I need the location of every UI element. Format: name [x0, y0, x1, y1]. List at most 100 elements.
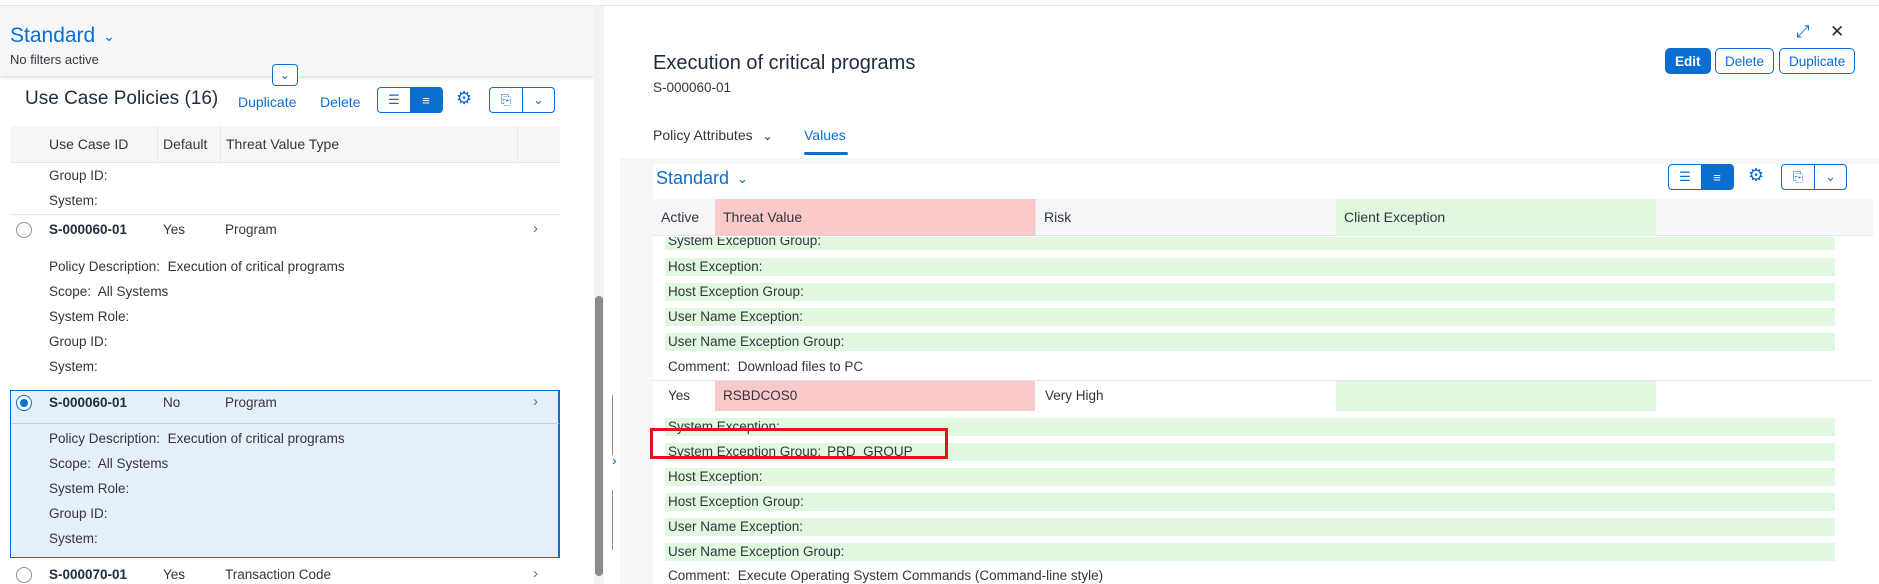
- detail-label: Host Exception:: [668, 259, 763, 274]
- column-active[interactable]: Active: [653, 199, 715, 236]
- detail-line: Host Exception Group:: [665, 493, 1835, 511]
- fullscreen-icon[interactable]: ⤢: [1796, 22, 1810, 42]
- column-default[interactable]: Default: [163, 136, 207, 152]
- variant-selector[interactable]: Standard ⌄: [656, 168, 748, 189]
- risk-value: Very High: [1045, 388, 1104, 403]
- table-row[interactable]: S-000060-01: [49, 395, 127, 410]
- detail-label: Scope:: [49, 284, 92, 299]
- chevron-down-icon[interactable]: ⌄: [522, 88, 554, 112]
- detail-line: User Name Exception:: [665, 308, 1835, 326]
- column-use-case-id[interactable]: Use Case ID: [49, 136, 128, 152]
- detail-label: Group ID:: [49, 334, 108, 349]
- delete-button[interactable]: Delete: [320, 94, 360, 110]
- client-exception-cell[interactable]: [1336, 381, 1656, 411]
- detail-label: Group ID:: [49, 506, 108, 521]
- detail-label: System:: [49, 531, 98, 546]
- duplicate-button[interactable]: Duplicate: [1779, 48, 1856, 74]
- use-case-id: S-000070-01: [49, 567, 128, 582]
- row-divider: [11, 423, 559, 424]
- detail-pane: ⤢ ✕ Execution of critical programs S-000…: [620, 6, 1879, 584]
- detail-label: System:: [49, 359, 98, 374]
- column-threat-value[interactable]: Threat Value: [715, 199, 1035, 236]
- row-radio[interactable]: [16, 222, 32, 238]
- tab-indicator: [804, 152, 848, 155]
- detail-line: Host Exception:: [665, 468, 1835, 486]
- indent-icon[interactable]: ☰: [1669, 165, 1701, 189]
- tab-policy-attributes[interactable]: Policy Attributes ⌄: [653, 127, 773, 143]
- duplicate-button[interactable]: Duplicate: [238, 94, 296, 110]
- collapse-header-button[interactable]: ⌄: [272, 64, 298, 86]
- detail-line: Host Exception:: [665, 258, 1835, 276]
- export-icon[interactable]: ⎘: [1782, 165, 1814, 189]
- highlight-box: [650, 428, 948, 459]
- export-menu[interactable]: ⎘ ⌄: [1781, 164, 1847, 190]
- detail-line: Scope: All Systems: [49, 456, 168, 471]
- detail-label: Scope:: [49, 456, 92, 471]
- collapse-icon[interactable]: ≡: [1701, 165, 1733, 189]
- variant-label: Standard: [10, 24, 96, 47]
- detail-line: Host Exception Group:: [665, 283, 1835, 301]
- active-value: Yes: [668, 388, 691, 403]
- variant-selector[interactable]: Standard ⌄: [10, 24, 115, 48]
- detail-label: User Name Exception:: [668, 519, 804, 534]
- chevron-right-icon[interactable]: ›: [533, 393, 538, 410]
- comment-line: Comment: Execute Operating System Comman…: [668, 568, 1103, 583]
- detail-line: Scope: All Systems: [49, 284, 168, 299]
- column-client-exception[interactable]: Client Exception: [1336, 199, 1656, 236]
- detail-label: System:: [49, 193, 98, 208]
- detail-label: System Exception Group:: [665, 237, 1835, 250]
- detail-label: Host Exception:: [668, 469, 763, 484]
- chevron-right-icon[interactable]: ›: [533, 220, 538, 237]
- row-divider: [10, 214, 560, 215]
- view-toggle[interactable]: ☰ ≡: [1668, 164, 1734, 190]
- view-toggle[interactable]: ☰ ≡: [377, 87, 443, 113]
- scrollbar-thumb[interactable]: [595, 296, 603, 576]
- use-case-id: S-000060-01: [49, 222, 128, 237]
- close-icon[interactable]: ✕: [1830, 22, 1844, 42]
- detail-label: User Name Exception:: [668, 309, 804, 324]
- tab-label: Policy Attributes: [653, 127, 753, 143]
- detail-line: User Name Exception Group:: [665, 543, 1835, 561]
- export-menu[interactable]: ⎘ ⌄: [489, 87, 555, 113]
- detail-label: User Name Exception Group:: [668, 334, 845, 349]
- edit-button[interactable]: Edit: [1665, 48, 1711, 74]
- values-table-header: Active Threat Value Risk Client Exceptio…: [653, 199, 1873, 236]
- column-threat-value-type[interactable]: Threat Value Type: [226, 136, 339, 152]
- delete-button[interactable]: Delete: [1715, 48, 1775, 74]
- chevron-right-icon[interactable]: ›: [533, 565, 538, 582]
- detail-label: Comment:: [668, 359, 731, 374]
- chevron-down-icon: ⌄: [737, 170, 748, 186]
- detail-label: Host Exception Group:: [668, 494, 804, 509]
- detail-label: System Role:: [49, 309, 130, 324]
- tab-values[interactable]: Values: [804, 127, 846, 143]
- detail-label: Policy Description:: [49, 431, 161, 446]
- export-icon[interactable]: ⎘: [490, 88, 522, 112]
- object-header: ⤢ ✕ Execution of critical programs S-000…: [620, 6, 1879, 158]
- chevron-down-icon: ⌄: [279, 68, 291, 82]
- settings-gear-icon[interactable]: ⚙: [456, 88, 472, 109]
- row-radio-selected[interactable]: [16, 395, 32, 411]
- detail-value: Execute Operating System Commands (Comma…: [737, 568, 1104, 583]
- chevron-down-icon: ⌄: [762, 129, 773, 143]
- table-row[interactable]: S-000060-01: [49, 222, 127, 237]
- chevron-right-icon[interactable]: ›: [612, 452, 617, 468]
- detail-label: Group ID:: [49, 168, 108, 183]
- chevron-down-icon: ⌄: [103, 27, 115, 44]
- column-risk[interactable]: Risk: [1035, 199, 1336, 236]
- splitter-line: [612, 395, 613, 455]
- column-divider: [220, 126, 221, 163]
- list-pane: Standard ⌄ No filters active ⌄ Use Case …: [0, 6, 604, 584]
- detail-value: All Systems: [97, 456, 169, 471]
- page-subtitle: S-000060-01: [653, 80, 732, 95]
- detail-line: User Name Exception Group:: [665, 333, 1835, 351]
- detail-value: Execution of critical programs: [167, 431, 345, 446]
- table-row[interactable]: S-000070-01: [49, 567, 127, 582]
- row-radio[interactable]: [16, 567, 32, 583]
- chevron-down-icon[interactable]: ⌄: [1814, 165, 1846, 189]
- indent-icon[interactable]: ☰: [378, 88, 410, 112]
- threat-value-cell[interactable]: RSBDCOS0: [715, 381, 1035, 411]
- threat-value: RSBDCOS0: [723, 388, 798, 403]
- collapse-icon[interactable]: ≡: [410, 88, 442, 112]
- settings-gear-icon[interactable]: ⚙: [1748, 165, 1764, 186]
- detail-label: Comment:: [668, 568, 731, 583]
